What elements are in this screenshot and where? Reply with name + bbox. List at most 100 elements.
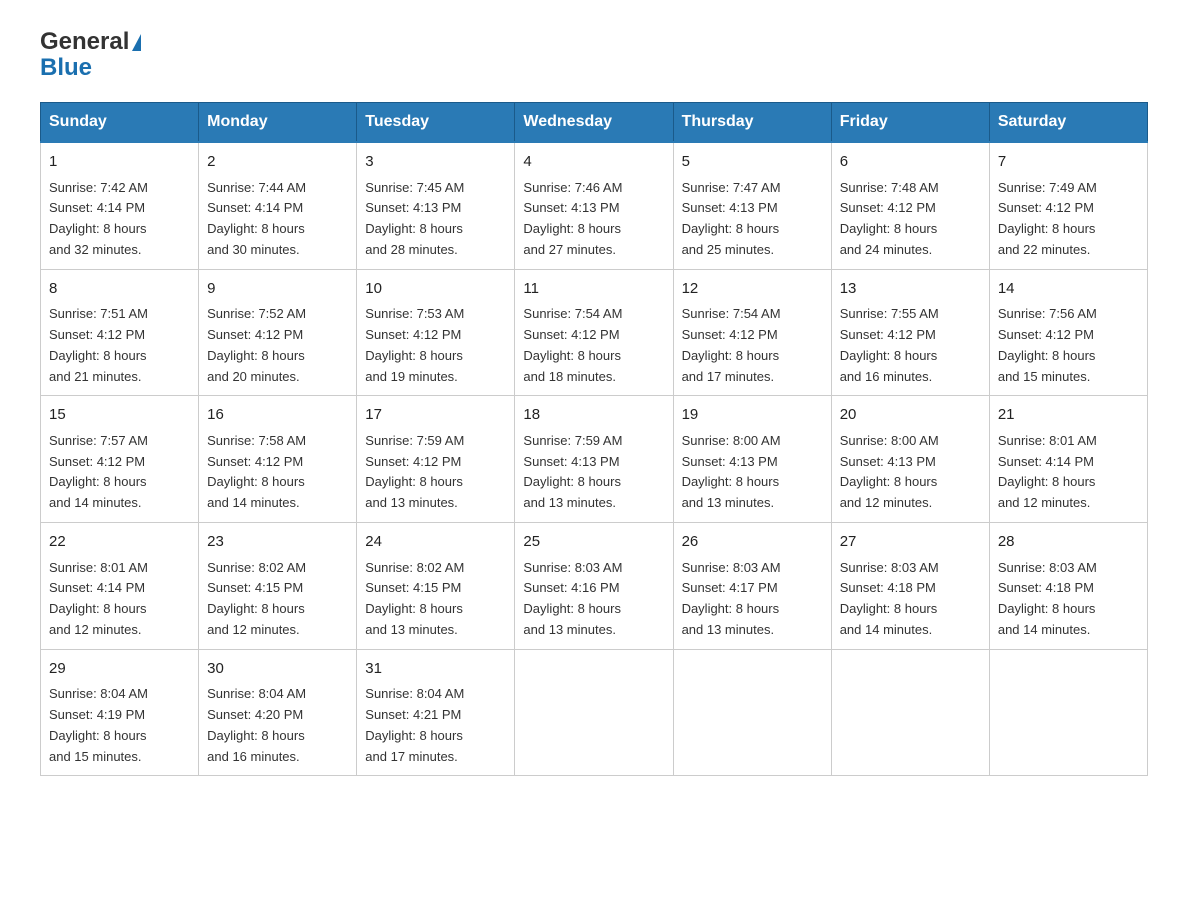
day-number: 6 bbox=[840, 151, 981, 174]
day-info: Sunrise: 7:46 AMSunset: 4:13 PMDaylight:… bbox=[523, 178, 664, 261]
calendar-cell: 30Sunrise: 8:04 AMSunset: 4:20 PMDayligh… bbox=[199, 649, 357, 776]
day-info: Sunrise: 7:54 AMSunset: 4:12 PMDaylight:… bbox=[682, 304, 823, 387]
day-info: Sunrise: 7:57 AMSunset: 4:12 PMDaylight:… bbox=[49, 431, 190, 514]
day-number: 10 bbox=[365, 278, 506, 301]
day-number: 13 bbox=[840, 278, 981, 301]
calendar-cell: 23 Sunrise: 8:02 AMSunset: 4:15 PMDayligh… bbox=[199, 523, 357, 650]
day-number: 17 bbox=[365, 404, 506, 427]
day-info: Sunrise: 8:03 AMSunset: 4:16 PMDaylight:… bbox=[523, 558, 664, 641]
day-number: 12 bbox=[682, 278, 823, 301]
calendar-cell: 24 Sunrise: 8:02 AMSunset: 4:15 PMDayligh… bbox=[357, 523, 515, 650]
calendar-cell: 17Sunrise: 7:59 AMSunset: 4:12 PMDayligh… bbox=[357, 396, 515, 523]
header-row: Sunday Monday Tuesday Wednesday Thursday… bbox=[41, 103, 1148, 143]
calendar-cell: 11Sunrise: 7:54 AMSunset: 4:12 PMDayligh… bbox=[515, 269, 673, 396]
calendar-cell: 16Sunrise: 7:58 AMSunset: 4:12 PMDayligh… bbox=[199, 396, 357, 523]
day-info: Sunrise: 7:47 AMSunset: 4:13 PMDaylight:… bbox=[682, 178, 823, 261]
day-number: 14 bbox=[998, 278, 1139, 301]
day-number: 18 bbox=[523, 404, 664, 427]
day-number: 24 bbox=[365, 531, 506, 554]
logo: General Blue bbox=[40, 30, 143, 82]
day-number: 11 bbox=[523, 278, 664, 301]
header-thursday: Thursday bbox=[673, 103, 831, 143]
day-info: Sunrise: 7:55 AMSunset: 4:12 PMDaylight:… bbox=[840, 304, 981, 387]
calendar-cell: 10 Sunrise: 7:53 AMSunset: 4:12 PMDayligh… bbox=[357, 269, 515, 396]
header-wednesday: Wednesday bbox=[515, 103, 673, 143]
day-info: Sunrise: 7:52 AMSunset: 4:12 PMDaylight:… bbox=[207, 304, 348, 387]
day-info: Sunrise: 7:59 AMSunset: 4:13 PMDaylight:… bbox=[523, 431, 664, 514]
calendar-cell: 26 Sunrise: 8:03 AMSunset: 4:17 PMDayligh… bbox=[673, 523, 831, 650]
calendar-cell bbox=[831, 649, 989, 776]
calendar-cell: 3Sunrise: 7:45 AMSunset: 4:13 PMDaylight… bbox=[357, 142, 515, 269]
day-info: Sunrise: 8:03 AMSunset: 4:18 PMDaylight:… bbox=[998, 558, 1139, 641]
calendar-cell: 9 Sunrise: 7:52 AMSunset: 4:12 PMDaylight… bbox=[199, 269, 357, 396]
logo-blue-text: Blue bbox=[40, 54, 92, 81]
day-number: 20 bbox=[840, 404, 981, 427]
day-number: 21 bbox=[998, 404, 1139, 427]
day-info: Sunrise: 7:49 AMSunset: 4:12 PMDaylight:… bbox=[998, 178, 1139, 261]
day-number: 8 bbox=[49, 278, 190, 301]
day-number: 25 bbox=[523, 531, 664, 554]
day-number: 15 bbox=[49, 404, 190, 427]
calendar-cell: 25 Sunrise: 8:03 AMSunset: 4:16 PMDayligh… bbox=[515, 523, 673, 650]
calendar-cell: 15 Sunrise: 7:57 AMSunset: 4:12 PMDayligh… bbox=[41, 396, 199, 523]
day-number: 23 bbox=[207, 531, 348, 554]
day-info: Sunrise: 7:51 AMSunset: 4:12 PMDaylight:… bbox=[49, 304, 190, 387]
calendar-header: Sunday Monday Tuesday Wednesday Thursday… bbox=[41, 103, 1148, 143]
day-number: 2 bbox=[207, 151, 348, 174]
day-info: Sunrise: 8:01 AMSunset: 4:14 PMDaylight:… bbox=[998, 431, 1139, 514]
header-saturday: Saturday bbox=[989, 103, 1147, 143]
day-number: 7 bbox=[998, 151, 1139, 174]
day-number: 1 bbox=[49, 151, 190, 174]
day-info: Sunrise: 7:44 AMSunset: 4:14 PMDaylight:… bbox=[207, 178, 348, 261]
calendar-body: 1 Sunrise: 7:42 AMSunset: 4:14 PMDaylight… bbox=[41, 142, 1148, 776]
day-info: Sunrise: 7:53 AMSunset: 4:12 PMDaylight:… bbox=[365, 304, 506, 387]
day-info: Sunrise: 8:02 AMSunset: 4:15 PMDaylight:… bbox=[207, 558, 348, 641]
header-tuesday: Tuesday bbox=[357, 103, 515, 143]
week-row-2: 8 Sunrise: 7:51 AMSunset: 4:12 PMDaylight… bbox=[41, 269, 1148, 396]
calendar-cell: 5 Sunrise: 7:47 AMSunset: 4:13 PMDaylight… bbox=[673, 142, 831, 269]
day-info: Sunrise: 7:48 AMSunset: 4:12 PMDaylight:… bbox=[840, 178, 981, 261]
calendar-cell: 18 Sunrise: 7:59 AMSunset: 4:13 PMDayligh… bbox=[515, 396, 673, 523]
day-number: 27 bbox=[840, 531, 981, 554]
calendar-cell: 29Sunrise: 8:04 AMSunset: 4:19 PMDayligh… bbox=[41, 649, 199, 776]
calendar-cell bbox=[989, 649, 1147, 776]
day-info: Sunrise: 8:00 AMSunset: 4:13 PMDaylight:… bbox=[682, 431, 823, 514]
logo-arrow-icon bbox=[132, 34, 141, 51]
calendar-cell: 1 Sunrise: 7:42 AMSunset: 4:14 PMDaylight… bbox=[41, 142, 199, 269]
day-number: 5 bbox=[682, 151, 823, 174]
calendar-cell: 14Sunrise: 7:56 AMSunset: 4:12 PMDayligh… bbox=[989, 269, 1147, 396]
day-info: Sunrise: 8:04 AMSunset: 4:20 PMDaylight:… bbox=[207, 684, 348, 767]
day-info: Sunrise: 8:03 AMSunset: 4:18 PMDaylight:… bbox=[840, 558, 981, 641]
calendar-cell: 20Sunrise: 8:00 AMSunset: 4:13 PMDayligh… bbox=[831, 396, 989, 523]
day-number: 31 bbox=[365, 658, 506, 681]
calendar-cell: 21 Sunrise: 8:01 AMSunset: 4:14 PMDayligh… bbox=[989, 396, 1147, 523]
day-info: Sunrise: 7:42 AMSunset: 4:14 PMDaylight:… bbox=[49, 178, 190, 261]
day-info: Sunrise: 8:02 AMSunset: 4:15 PMDaylight:… bbox=[365, 558, 506, 641]
calendar-cell: 6 Sunrise: 7:48 AMSunset: 4:12 PMDaylight… bbox=[831, 142, 989, 269]
week-row-4: 22Sunrise: 8:01 AMSunset: 4:14 PMDayligh… bbox=[41, 523, 1148, 650]
logo-general-text: General bbox=[40, 30, 129, 54]
calendar-cell: 27 Sunrise: 8:03 AMSunset: 4:18 PMDayligh… bbox=[831, 523, 989, 650]
header-friday: Friday bbox=[831, 103, 989, 143]
calendar-cell: 28 Sunrise: 8:03 AMSunset: 4:18 PMDayligh… bbox=[989, 523, 1147, 650]
calendar-cell: 12 Sunrise: 7:54 AMSunset: 4:12 PMDayligh… bbox=[673, 269, 831, 396]
calendar-cell: 19 Sunrise: 8:00 AMSunset: 4:13 PMDayligh… bbox=[673, 396, 831, 523]
calendar-cell: 13 Sunrise: 7:55 AMSunset: 4:12 PMDayligh… bbox=[831, 269, 989, 396]
logo-row: General bbox=[40, 30, 143, 54]
day-number: 28 bbox=[998, 531, 1139, 554]
day-number: 26 bbox=[682, 531, 823, 554]
week-row-5: 29Sunrise: 8:04 AMSunset: 4:19 PMDayligh… bbox=[41, 649, 1148, 776]
logo-blue-row: Blue bbox=[40, 54, 143, 82]
day-number: 9 bbox=[207, 278, 348, 301]
calendar-cell bbox=[673, 649, 831, 776]
calendar-table: Sunday Monday Tuesday Wednesday Thursday… bbox=[40, 102, 1148, 776]
day-number: 19 bbox=[682, 404, 823, 427]
calendar-cell: 2 Sunrise: 7:44 AMSunset: 4:14 PMDaylight… bbox=[199, 142, 357, 269]
header-monday: Monday bbox=[199, 103, 357, 143]
calendar-cell: 4Sunrise: 7:46 AMSunset: 4:13 PMDaylight… bbox=[515, 142, 673, 269]
header: General Blue bbox=[40, 30, 1148, 82]
day-info: Sunrise: 8:03 AMSunset: 4:17 PMDaylight:… bbox=[682, 558, 823, 641]
calendar-cell bbox=[515, 649, 673, 776]
day-info: Sunrise: 8:04 AMSunset: 4:19 PMDaylight:… bbox=[49, 684, 190, 767]
calendar-cell: 31Sunrise: 8:04 AMSunset: 4:21 PMDayligh… bbox=[357, 649, 515, 776]
